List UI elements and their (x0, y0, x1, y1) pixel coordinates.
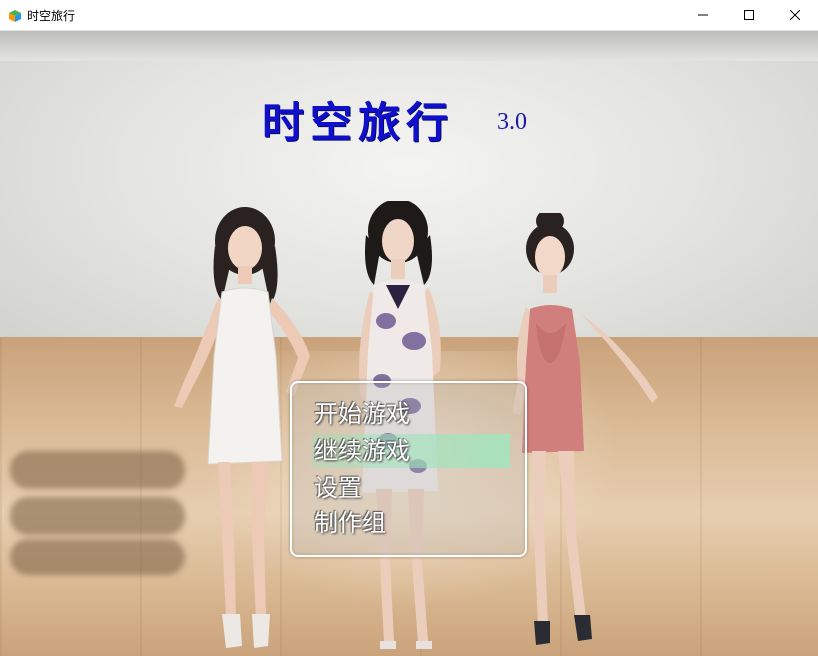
close-icon (790, 10, 800, 20)
floor-shadow (10, 451, 185, 489)
maximize-button[interactable] (726, 0, 772, 30)
minimize-icon (698, 14, 708, 16)
main-menu: 开始游戏 继续游戏 设置 制作组 (290, 381, 527, 557)
title-scene: 时空旅行 3.0 开始游戏 继续游戏 设置 制作组 (0, 31, 818, 656)
game-version: 3.0 (497, 109, 527, 135)
minimize-button[interactable] (680, 0, 726, 30)
game-title: 时空旅行 (262, 98, 455, 147)
floor-shadow (10, 497, 185, 535)
window-title: 时空旅行 (27, 9, 76, 23)
maximize-icon (744, 10, 754, 20)
menu-item-settings[interactable]: 设置 (312, 471, 510, 505)
floor-shadow (10, 539, 185, 575)
game-window: 时空旅行 时空旅行 3.0 开始游戏 继续游戏 设置 制作组 (0, 0, 818, 656)
menu-item-start-game[interactable]: 开始游戏 (312, 397, 510, 431)
room-ceiling (0, 31, 818, 61)
menu-item-continue-game[interactable]: 继续游戏 (312, 434, 510, 468)
title-bar[interactable]: 时空旅行 (0, 0, 818, 31)
close-button[interactable] (772, 0, 818, 30)
menu-item-credits[interactable]: 制作组 (312, 506, 510, 540)
app-cube-icon (8, 8, 22, 22)
